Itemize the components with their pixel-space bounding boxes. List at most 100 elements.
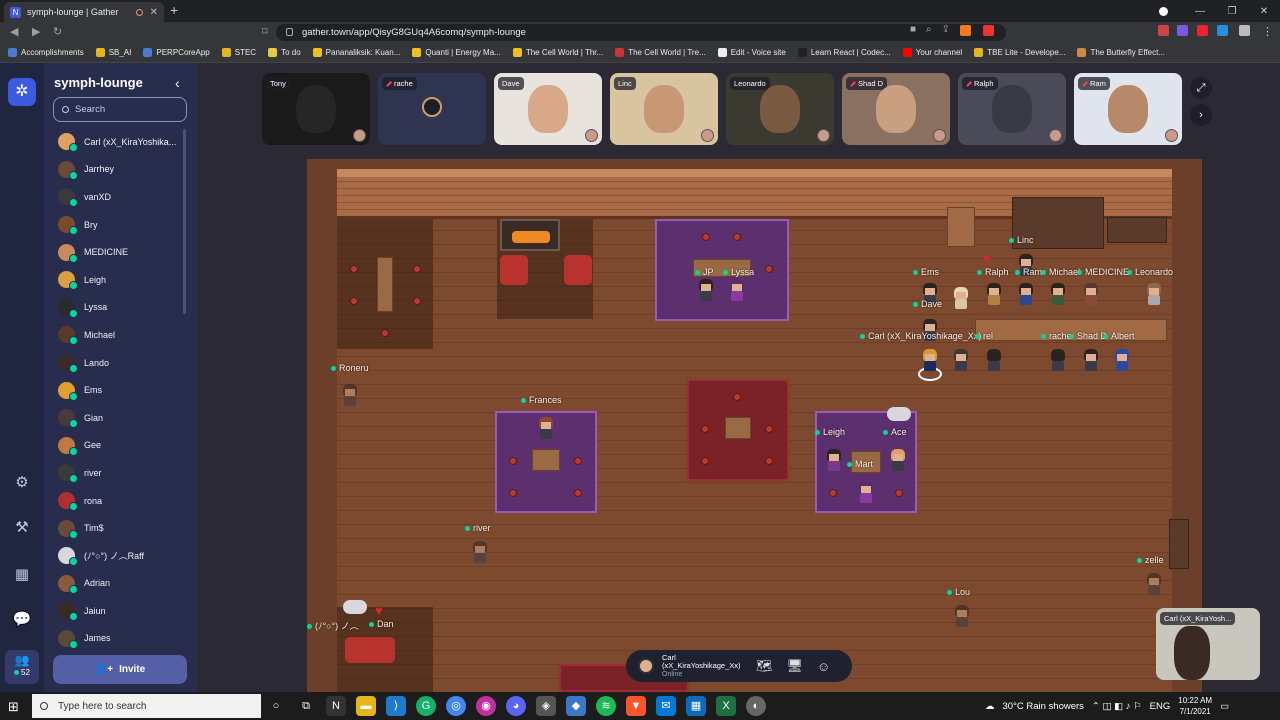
participant-item[interactable]: Carl (xX_KiraYoshika... — [44, 128, 184, 156]
weather-text[interactable]: 30°C Rain showers — [1003, 701, 1084, 712]
bookmark-item[interactable]: The Cell World | Thr... — [512, 48, 603, 57]
excel-icon[interactable]: X — [716, 696, 736, 716]
invite-button[interactable]: 👤+ Invite — [53, 655, 187, 684]
grammarly-icon[interactable]: G — [416, 696, 436, 716]
player-avatar[interactable] — [921, 349, 939, 371]
bookmark-item[interactable]: STEC — [221, 48, 256, 57]
avatar[interactable] — [341, 384, 359, 406]
brave-rewards-icon[interactable] — [983, 25, 994, 36]
participant-item[interactable]: Lyssa — [44, 294, 184, 322]
close-tab-icon[interactable]: ✕ — [150, 7, 158, 18]
spotify-icon[interactable]: ≋ — [596, 696, 616, 716]
participant-item[interactable]: rona — [44, 487, 184, 515]
avatar[interactable] — [857, 481, 875, 503]
extension-icon[interactable] — [1177, 25, 1188, 36]
expand-icon[interactable]: ⤢ — [1190, 77, 1212, 99]
camera-icon[interactable]: ■ — [910, 24, 916, 35]
avatar[interactable] — [952, 349, 970, 371]
room-map[interactable]: ♥ ♥ JP Lyssa Linc Ems Ralph Ram Michael … — [307, 159, 1202, 692]
bookmark-item[interactable]: Quanti | Energy Ma... — [412, 48, 501, 57]
close-window-button[interactable]: ✕ — [1248, 6, 1280, 17]
calendar-icon[interactable]: ▦ — [686, 696, 706, 716]
participant-item[interactable]: Gian — [44, 404, 184, 432]
chat-icon[interactable]: 💬 — [12, 610, 32, 630]
discord-icon[interactable]: ◕ — [506, 696, 526, 716]
avatar[interactable] — [1049, 349, 1067, 371]
extension-icon[interactable] — [1217, 25, 1228, 36]
reload-button[interactable]: ↻ — [53, 25, 62, 38]
notion-icon[interactable]: N — [326, 696, 346, 716]
mail-icon[interactable]: ✉ — [656, 696, 676, 716]
participant-item[interactable]: James — [44, 625, 184, 653]
bookmark-item[interactable]: To do — [268, 48, 301, 57]
video-tile[interactable]: Ralph — [958, 73, 1066, 145]
taskbar-search-input[interactable]: Type here to search — [32, 694, 261, 718]
app-icon[interactable]: ◐ — [746, 696, 766, 716]
avatar[interactable] — [985, 283, 1003, 305]
video-tile[interactable]: Dave — [494, 73, 602, 145]
profile-icon[interactable] — [1159, 6, 1168, 16]
gear-icon[interactable]: ⚙ — [12, 473, 32, 493]
new-tab-button[interactable]: + — [170, 2, 178, 18]
avatar[interactable] — [1049, 283, 1067, 305]
avatar[interactable] — [825, 449, 843, 471]
avatar[interactable] — [1082, 283, 1100, 305]
app-icon[interactable]: ◉ — [476, 696, 496, 716]
search-input[interactable]: Search — [53, 97, 187, 122]
bookmark-item[interactable]: PERPCoreApp — [143, 48, 210, 57]
video-tile[interactable]: Tony — [262, 73, 370, 145]
avatar[interactable] — [638, 658, 654, 674]
participant-item[interactable]: Adrian — [44, 570, 184, 598]
participants-button[interactable]: 👥 52 — [5, 650, 39, 684]
video-tile[interactable]: Leonardo — [726, 73, 834, 145]
bookmark-item[interactable]: Your channel — [902, 48, 962, 57]
windows-start-icon[interactable]: ⊞ — [8, 699, 19, 715]
brave-icon[interactable]: ▼ — [626, 696, 646, 716]
next-videos-icon[interactable]: › — [1190, 104, 1212, 126]
bookmark-item[interactable]: Edit - Voice site — [717, 48, 786, 57]
avatar[interactable] — [1145, 573, 1163, 595]
restore-button[interactable]: ❐ — [1216, 6, 1248, 17]
bookmark-item[interactable]: Accomplishments — [8, 48, 84, 57]
vscode-icon[interactable]: ⟩ — [386, 696, 406, 716]
participant-item[interactable]: Bry — [44, 211, 184, 239]
extension-icon[interactable] — [1158, 25, 1169, 36]
cortana-icon[interactable]: ○ — [266, 696, 286, 716]
video-tile[interactable]: Shad D — [842, 73, 950, 145]
bookmark-item[interactable]: SB_AI — [95, 48, 131, 57]
back-button[interactable]: ◀ — [10, 25, 18, 38]
tray-icons[interactable]: ⌃ ◫ ◧ ♪ ⚐ — [1092, 701, 1142, 712]
bookmark-item[interactable]: The Cell World | Tre... — [615, 48, 706, 57]
participant-item[interactable]: river — [44, 459, 184, 487]
participant-item[interactable]: (ﾉ°○°) ノ︵Raff — [44, 542, 184, 570]
bookmark-icon[interactable]: ⌑ — [262, 25, 268, 38]
bookmark-item[interactable]: The Butterfly Effect... — [1077, 48, 1165, 57]
avatar[interactable] — [471, 541, 489, 563]
collapse-panel-icon[interactable]: ‹ — [175, 75, 180, 91]
bookmark-item[interactable]: TBE Lite - Develope... — [974, 48, 1065, 57]
participant-item[interactable]: vanXD — [44, 183, 184, 211]
participant-item[interactable]: Tim$ — [44, 514, 184, 542]
minimize-button[interactable]: — — [1184, 6, 1216, 17]
share-icon[interactable]: ⇪ — [942, 24, 950, 35]
app-icon[interactable]: ◆ — [566, 696, 586, 716]
participant-item[interactable]: MEDICINE — [44, 238, 184, 266]
bookmark-item[interactable]: Learn React | Codec... — [797, 48, 891, 57]
zoom-icon[interactable]: ⌕ — [926, 24, 932, 35]
participant-item[interactable]: Leigh — [44, 266, 184, 294]
avatar[interactable] — [1017, 283, 1035, 305]
extension-icon[interactable] — [1197, 25, 1208, 36]
participant-item[interactable]: Gee — [44, 432, 184, 460]
file-explorer-icon[interactable]: ▬ — [356, 696, 376, 716]
forward-button[interactable]: ▶ — [32, 25, 40, 38]
build-hammer-icon[interactable]: ⚒ — [12, 518, 32, 538]
participant-item[interactable]: Michael — [44, 321, 184, 349]
map-icon[interactable]: 🗺 — [756, 658, 773, 674]
avatar[interactable] — [728, 279, 746, 301]
participant-item[interactable]: Ems — [44, 376, 184, 404]
app-icon[interactable]: ◈ — [536, 696, 556, 716]
language-indicator[interactable]: ENG — [1150, 701, 1171, 712]
emote-icon[interactable]: ☺ — [817, 659, 830, 674]
avatar[interactable] — [697, 279, 715, 301]
extensions-puzzle-icon[interactable] — [1239, 25, 1250, 36]
